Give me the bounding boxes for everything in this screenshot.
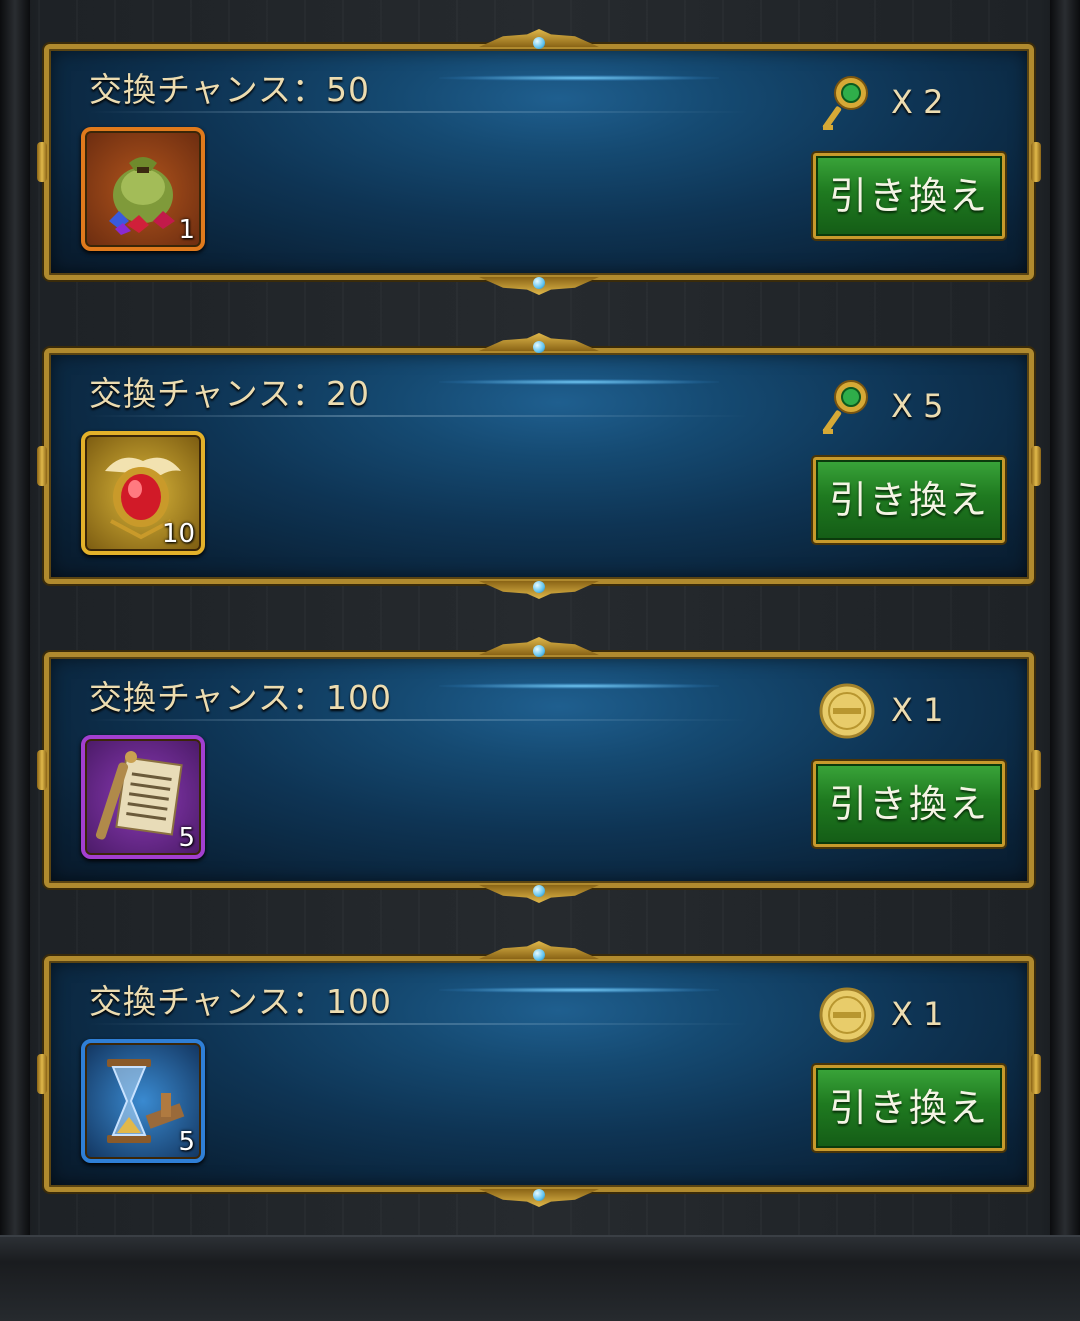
cost-quantity: X 1 bbox=[891, 995, 944, 1033]
item-slot[interactable]: 10 bbox=[81, 431, 205, 555]
item-slot[interactable]: 5 bbox=[81, 735, 205, 859]
item-slot[interactable]: 1 bbox=[81, 127, 205, 251]
ornament-gem bbox=[533, 581, 545, 593]
side-ornament bbox=[37, 1054, 47, 1094]
ornament-gem bbox=[533, 1189, 545, 1201]
gold-coin-icon bbox=[819, 683, 875, 739]
redeem-button[interactable]: 引き換え bbox=[813, 457, 1005, 543]
ornament-gem bbox=[533, 885, 545, 897]
ornament-gem bbox=[533, 645, 545, 657]
gold-coin-icon bbox=[819, 987, 875, 1043]
gold-key-icon bbox=[822, 76, 868, 130]
side-ornament bbox=[1031, 142, 1041, 182]
right-pillar bbox=[1050, 0, 1080, 1319]
exchange-offer-card: 交換チャンス：20 10 X 5 引き換え bbox=[37, 333, 1041, 584]
panel-gleam bbox=[439, 75, 719, 81]
cost-quantity: X 2 bbox=[891, 83, 944, 121]
exchange-offer-card: 交換チャンス：100 5 X 1 引き換え bbox=[37, 941, 1041, 1192]
item-slot[interactable]: 5 bbox=[81, 1039, 205, 1163]
left-pillar bbox=[0, 0, 30, 1319]
ornament-gem bbox=[533, 277, 545, 289]
redeem-button[interactable]: 引き換え bbox=[813, 761, 1005, 847]
gold-key-icon bbox=[822, 380, 868, 434]
cost-quantity: X 5 bbox=[891, 387, 944, 425]
side-ornament bbox=[37, 446, 47, 486]
exchange-chance-label: 交換チャンス：100 bbox=[89, 678, 392, 717]
redeem-button[interactable]: 引き換え bbox=[813, 1065, 1005, 1151]
ornament-gem bbox=[533, 341, 545, 353]
side-ornament bbox=[37, 142, 47, 182]
cost-quantity: X 1 bbox=[891, 691, 944, 729]
item-count: 1 bbox=[178, 215, 195, 245]
item-count: 5 bbox=[178, 1127, 195, 1157]
exchange-chance-label: 交換チャンス：20 bbox=[89, 374, 371, 413]
ornament-gem bbox=[533, 949, 545, 961]
side-ornament bbox=[37, 750, 47, 790]
exchange-offer-card: 交換チャンス：100 5 X 1 引き換え bbox=[37, 637, 1041, 888]
side-ornament bbox=[1031, 750, 1041, 790]
exchange-offer-card: 交換チャンス：50 1 X 2 引き換え bbox=[37, 29, 1041, 280]
exchange-chance-label: 交換チャンス：100 bbox=[89, 982, 392, 1021]
side-ornament bbox=[1031, 446, 1041, 486]
ornament-gem bbox=[533, 37, 545, 49]
redeem-button[interactable]: 引き換え bbox=[813, 153, 1005, 239]
item-count: 5 bbox=[178, 823, 195, 853]
item-count: 10 bbox=[161, 519, 195, 549]
side-ornament bbox=[1031, 1054, 1041, 1094]
panel-gleam bbox=[439, 987, 719, 993]
exchange-chance-label: 交換チャンス：50 bbox=[89, 70, 371, 109]
panel-gleam bbox=[439, 379, 719, 385]
panel-gleam bbox=[439, 683, 719, 689]
floor bbox=[0, 1235, 1080, 1321]
